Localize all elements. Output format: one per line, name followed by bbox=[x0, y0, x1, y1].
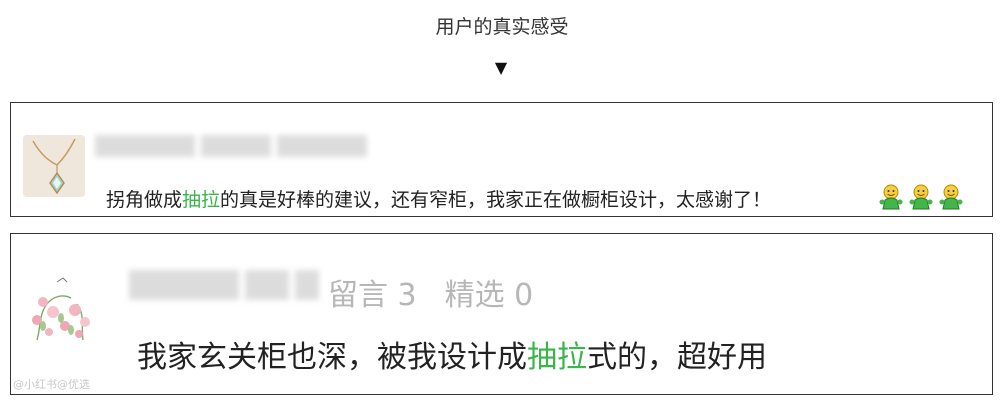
selected-count: 精选 0 bbox=[444, 278, 534, 313]
comment-card-1: 拐角做成抽拉的真是好棒的建议，还有窄柜，我家正在做橱柜设计，太感谢了！ bbox=[10, 102, 993, 217]
username-blurred bbox=[129, 270, 325, 304]
comment-text-part-1: 拐角做成 bbox=[106, 189, 183, 211]
page-title: 用户的真实感受 bbox=[435, 16, 569, 38]
comment-text: 我家玄关柜也深，被我设计成抽拉式的，超好用 bbox=[137, 332, 767, 376]
smiley-figure-icon bbox=[939, 184, 963, 210]
smiley-figure-icon bbox=[879, 184, 903, 210]
comments-count: 留言 3 bbox=[328, 278, 417, 313]
avatar[interactable] bbox=[23, 268, 101, 352]
smiley-figure-icon bbox=[909, 184, 933, 210]
comment-text: 拐角做成抽拉的真是好棒的建议，还有窄柜，我家正在做橱柜设计，太感谢了！ bbox=[106, 185, 771, 212]
comment-card-2: 留言 3 精选 0 我家玄关柜也深，被我设计成抽拉式的，超好用 @小红书@优选 bbox=[10, 233, 993, 395]
comment-text-part-1: 我家玄关柜也深，被我设计成 bbox=[137, 340, 527, 375]
comment-text-part-2: 的真是好棒的建议，还有窄柜，我家正在做橱柜设计，太感谢了！ bbox=[220, 189, 772, 211]
comment-meta: 留言 3 精选 0 bbox=[328, 270, 533, 314]
comment-text-part-2: 式的，超好用 bbox=[587, 340, 767, 375]
username-blurred bbox=[95, 135, 373, 161]
watermark: @小红书@优选 bbox=[13, 378, 90, 391]
down-arrow-icon: ▼ bbox=[494, 58, 508, 77]
avatar[interactable] bbox=[23, 135, 85, 197]
comment-highlight: 抽拉 bbox=[527, 340, 587, 375]
emoji-row bbox=[877, 183, 965, 211]
comment-highlight: 抽拉 bbox=[182, 189, 221, 211]
